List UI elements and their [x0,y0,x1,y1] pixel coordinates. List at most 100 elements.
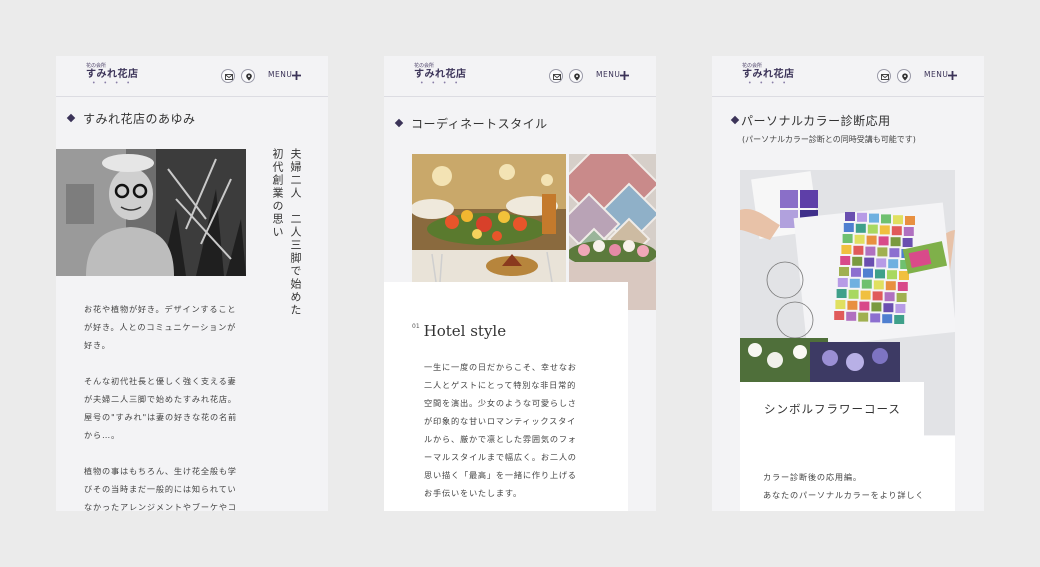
mail-icon [881,74,889,80]
color-swatch [888,259,899,269]
color-swatch [882,314,893,324]
color-swatch [871,302,882,312]
color-swatch [840,256,851,265]
mail-icon [553,74,561,80]
founder-photo [56,149,246,276]
color-swatch [890,237,901,247]
hotel-banquet-photo [412,154,566,282]
color-swatch [842,234,853,243]
plus-icon[interactable] [292,71,301,80]
course-text-card: カラー診断後の応用編。 あなたのパーソナルカラーをより詳しく [740,436,955,511]
site-header: 花の会所 すみれ花店 • • • • MENU [384,56,656,97]
color-swatch [875,269,885,279]
hotel-style-text: 一生に一度の日だからこそ、幸せなお 二人とゲストにとって特別な非日常的 空間を演… [424,362,577,498]
color-swatch [841,245,852,254]
section-note: (パーソナルカラー診断との同時受講も可能です) [742,135,916,144]
mail-button[interactable] [877,69,891,83]
color-swatch [834,311,845,320]
color-swatch [845,212,855,221]
color-swatch [852,256,863,266]
diamond-bullet-icon [730,115,740,125]
menu-button-label[interactable]: MENU [596,70,620,79]
color-swatch [843,223,854,232]
screen-personal-color: 花の会所 すみれ花店 • • • • MENU パーソナルカラー診断応用 (パー… [712,56,984,511]
course-tag-box: シンボルフラワーコース [740,382,924,436]
card-title: 01 Hotel style [412,322,507,340]
color-swatch [883,303,894,313]
color-swatch [836,289,847,298]
diamond-bullet-icon [394,118,404,128]
color-swatch [870,313,881,323]
color-swatch [873,280,884,290]
color-swatch [881,214,891,224]
color-swatch [851,267,861,277]
color-swatch [895,304,906,313]
color-swatch [887,270,897,280]
color-swatch [837,278,848,287]
history-text: お花や植物が好き。デザインすること が好き。人とのコミュニケーションが 好き。 … [84,304,237,511]
location-button[interactable] [241,69,255,83]
color-swatch [863,268,873,278]
color-swatch [839,267,849,276]
color-swatch [885,281,896,291]
section-title: コーディネートスタイル [394,115,548,132]
mail-icon [225,74,233,80]
screen-coordinate-style: 花の会所 すみれ花店 • • • • MENU コーディネートスタイル 01 H… [384,56,656,511]
location-button[interactable] [569,69,583,83]
color-swatch [835,300,846,309]
mail-button[interactable] [549,69,563,83]
location-button[interactable] [897,69,911,83]
color-swatch [877,247,888,257]
map-pin-icon [902,73,908,81]
site-logo[interactable]: 花の会所 すみれ花店 • • • • [742,63,802,91]
color-swatch [855,223,866,233]
color-swatch [872,291,883,301]
course-text: カラー診断後の応用編。 あなたのパーソナルカラーをより詳しく [763,472,925,500]
screen-history: 花の会所 すみれ花店 • • • • MENU すみれ花店のあゆみ 夫婦二人 二… [56,56,328,511]
map-pin-icon [246,73,252,81]
hotel-style-card: 01 Hotel style 一生に一度の日だからこそ、幸せなお 二人とゲストにと… [384,282,628,511]
color-swatch [879,225,890,235]
color-swatch [859,301,870,311]
color-swatch [847,300,858,310]
color-swatch [861,279,872,289]
color-swatch [905,216,915,225]
section-title: すみれ花店のあゆみ [66,110,196,127]
color-swatch [865,246,876,256]
site-header: 花の会所 すみれ花店 • • • • MENU [712,56,984,97]
color-swatch [894,315,905,324]
plus-icon[interactable] [948,71,957,80]
color-swatch [866,235,877,245]
color-swatch [864,257,875,267]
color-swatch [903,227,914,236]
color-swatch [846,311,857,321]
site-logo[interactable]: 花の会所 すみれ花店 • • • • [86,63,146,91]
color-swatch [854,234,865,244]
menu-button-label[interactable]: MENU [268,70,292,79]
color-swatch [849,278,860,288]
color-swatch [858,312,869,322]
vertical-heading: 夫婦二人 二人三脚で始めた 初代創業の思い [271,148,302,317]
color-swatch [896,293,907,302]
mail-button[interactable] [221,69,235,83]
color-swatch [867,224,878,234]
site-header: 花の会所 すみれ花店 • • • • MENU [56,56,328,97]
site-logo[interactable]: 花の会所 すみれ花店 • • • • [414,63,474,91]
color-swatch [853,245,864,255]
color-swatch [897,282,908,291]
color-swatch [891,226,902,236]
color-swatch [899,271,909,280]
color-swatch [889,248,900,258]
color-swatch [876,258,887,268]
color-swatch [860,290,871,300]
map-pin-icon [574,73,580,81]
plus-icon[interactable] [620,71,629,80]
course-tag: シンボルフラワーコース [764,401,901,417]
color-swatch [869,213,879,223]
color-swatch [893,215,903,225]
menu-button-label[interactable]: MENU [924,70,948,79]
color-swatch [848,289,859,299]
color-swatch [857,212,867,222]
section-title: パーソナルカラー診断応用 [730,112,891,129]
diamond-bullet-icon [66,113,76,123]
